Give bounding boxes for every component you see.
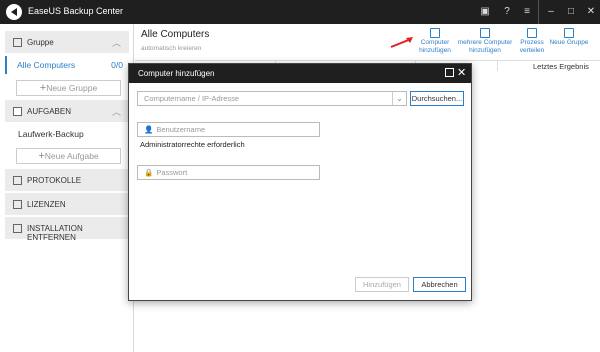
add-multiple-label-1: mehrere Computer bbox=[457, 39, 513, 46]
new-task-button[interactable]: +Neue Aufgabe bbox=[16, 148, 121, 164]
tasks-header-label: AUFGABEN bbox=[27, 107, 72, 116]
username-placeholder: Benutzername bbox=[156, 125, 206, 134]
maximize-icon[interactable]: □ bbox=[560, 0, 582, 24]
sidebar-item-licenses[interactable]: LIZENZEN bbox=[5, 193, 129, 215]
license-icon bbox=[13, 200, 22, 209]
password-input[interactable]: 🔒 Passwort bbox=[137, 165, 320, 180]
add-button[interactable]: Hinzufügen bbox=[355, 277, 409, 292]
add-multiple-computers-button[interactable]: mehrere Computer hinzufügen bbox=[455, 28, 515, 55]
username-input[interactable]: 👤 Benutzername bbox=[137, 122, 320, 137]
cancel-button[interactable]: Abbrechen bbox=[413, 277, 466, 292]
new-task-label: Neue Aufgabe bbox=[44, 151, 99, 161]
deploy-icon bbox=[527, 28, 537, 38]
table-header-divider bbox=[135, 60, 600, 61]
add-computer-label-2: hinzufügen bbox=[419, 47, 451, 54]
computer-name-placeholder: Computername / IP-Adresse bbox=[144, 94, 240, 103]
sidebar-section-groups[interactable]: Gruppe ︿ bbox=[5, 31, 129, 53]
monitor-icon[interactable]: ▣ bbox=[474, 0, 496, 24]
back-logo-icon[interactable] bbox=[6, 4, 22, 20]
sidebar-item-uninstall[interactable]: INSTALLATION ENTFERNEN bbox=[5, 217, 129, 242]
chevron-up-icon[interactable]: ︿ bbox=[112, 105, 121, 118]
minimize-icon[interactable]: – bbox=[540, 0, 562, 24]
new-group-label: Neue Gruppe bbox=[46, 83, 98, 93]
chevron-up-icon[interactable]: ︿ bbox=[112, 36, 121, 49]
red-arrow-annotation bbox=[390, 37, 413, 48]
all-computers-count: 0/0 bbox=[111, 60, 123, 70]
log-icon bbox=[13, 176, 22, 185]
browse-button[interactable]: Durchsuchen... bbox=[410, 91, 464, 106]
admin-rights-note: Administratorrechte erforderlich bbox=[140, 140, 245, 149]
page-title: Alle Computers bbox=[141, 29, 210, 40]
computer-name-input[interactable]: Computername / IP-Adresse bbox=[137, 91, 393, 106]
app-titlebar: EaseUS Backup Center ▣ ? ≡ – □ ✕ bbox=[0, 0, 600, 24]
sidebar: Gruppe ︿ Alle Computers 0/0 +Neue Gruppe… bbox=[0, 24, 134, 352]
add-computer-label-1: Computer bbox=[420, 39, 450, 46]
new-group-toolbar-label: Neue Gruppe bbox=[549, 39, 589, 46]
maximize-icon[interactable] bbox=[445, 68, 454, 77]
logs-label: PROTOKOLLE bbox=[27, 176, 82, 185]
sidebar-item-logs[interactable]: PROTOKOLLE bbox=[5, 169, 129, 191]
titlebar-divider bbox=[538, 0, 539, 24]
multi-monitor-icon bbox=[480, 28, 490, 38]
page-subtitle: automatisch kreieren bbox=[141, 45, 202, 52]
sidebar-item-all-computers[interactable]: Alle Computers 0/0 bbox=[5, 56, 129, 74]
close-icon[interactable]: ✕ bbox=[580, 0, 600, 24]
help-icon[interactable]: ? bbox=[496, 0, 518, 24]
new-group-toolbar-button[interactable]: Neue Gruppe bbox=[549, 28, 589, 47]
uninstall-icon bbox=[13, 224, 22, 233]
monitor-icon bbox=[430, 28, 440, 38]
close-icon[interactable]: ✕ bbox=[457, 66, 466, 79]
add-multiple-label-2: hinzufügen bbox=[469, 47, 501, 54]
deploy-label-2: verteilen bbox=[519, 47, 545, 54]
lock-icon: 🔒 bbox=[144, 168, 154, 177]
licenses-label: LIZENZEN bbox=[27, 200, 66, 209]
new-group-button[interactable]: +Neue Gruppe bbox=[16, 80, 121, 96]
dialog-titlebar: Computer hinzufügen ✕ bbox=[129, 64, 471, 83]
all-computers-label: Alle Computers bbox=[17, 60, 76, 70]
groups-header-label: Gruppe bbox=[27, 38, 54, 47]
add-computer-dialog: Computer hinzufügen ✕ Computername / IP-… bbox=[128, 63, 472, 301]
password-placeholder: Passwort bbox=[156, 168, 188, 177]
app-title: EaseUS Backup Center bbox=[28, 6, 124, 16]
sidebar-section-tasks[interactable]: AUFGABEN ︿ bbox=[5, 100, 129, 122]
uninstall-label: INSTALLATION ENTFERNEN bbox=[27, 224, 83, 242]
deploy-process-button[interactable]: Prozess verteilen bbox=[517, 28, 547, 55]
checkbox-icon bbox=[13, 107, 22, 116]
chevron-down-icon[interactable]: ⌄ bbox=[392, 91, 407, 106]
deploy-label-1: Prozess bbox=[520, 39, 544, 46]
grid-icon bbox=[13, 38, 22, 47]
column-separator bbox=[497, 61, 498, 71]
task-item-drive-backup[interactable]: Laufwerk-Backup bbox=[18, 129, 84, 139]
user-icon: 👤 bbox=[144, 125, 154, 134]
add-computer-button[interactable]: Computer hinzufügen bbox=[417, 28, 453, 55]
new-group-icon bbox=[564, 28, 574, 38]
dialog-title: Computer hinzufügen bbox=[138, 69, 215, 78]
menu-icon[interactable]: ≡ bbox=[516, 0, 538, 24]
column-header-last-result[interactable]: Letztes Ergebnis bbox=[533, 62, 589, 71]
